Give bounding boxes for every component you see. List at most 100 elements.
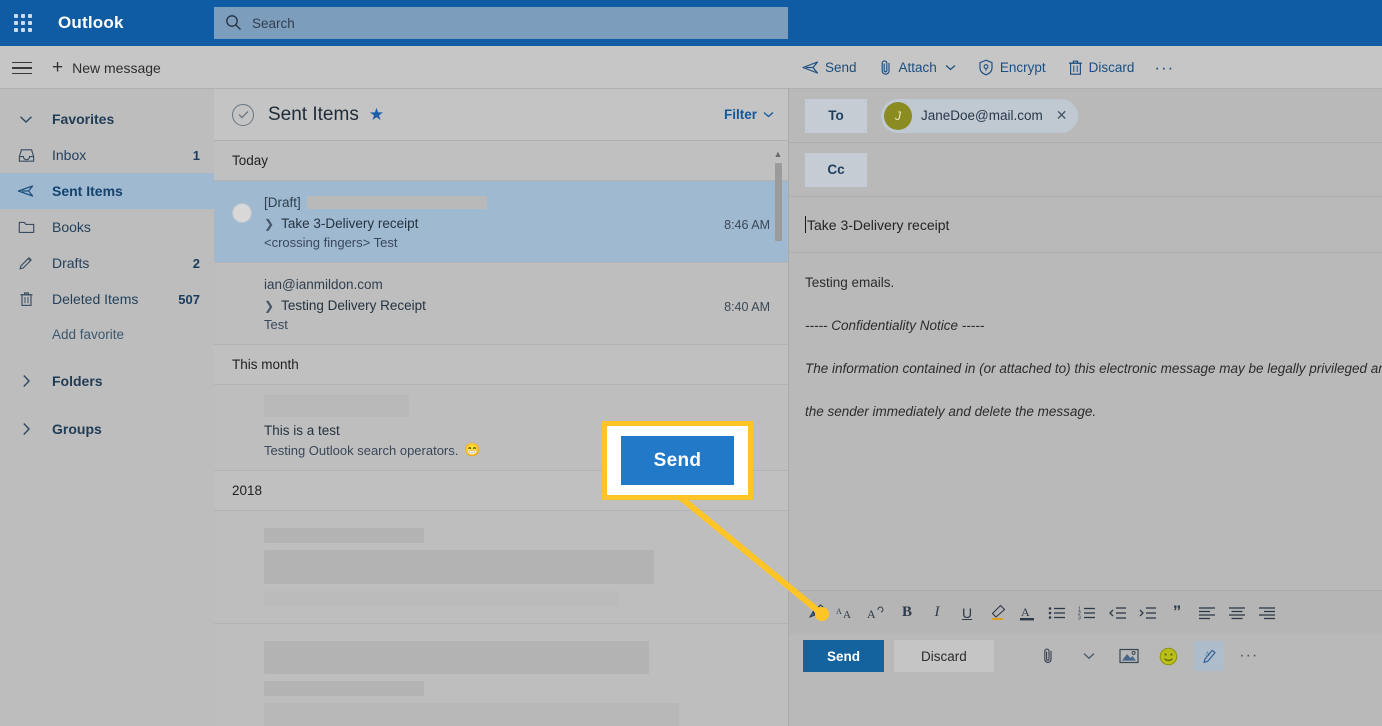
body-line: ----- Confidentiality Notice ----- (805, 317, 985, 333)
list-item[interactable]: ian@ianmildon.com ❯ Testing Delivery Rec… (214, 263, 788, 345)
message-select-circle[interactable] (232, 203, 252, 223)
filter-label: Filter (723, 107, 757, 122)
new-message-button[interactable]: + New message (52, 46, 161, 89)
sidebar-group-folders[interactable]: Folders (0, 363, 214, 399)
recipient-email: JaneDoe@mail.com (921, 108, 1043, 123)
svg-text:A: A (1205, 650, 1210, 657)
command-send-button[interactable]: Send (793, 52, 866, 84)
search-bar[interactable] (214, 7, 788, 39)
svg-text:A: A (836, 607, 842, 616)
search-icon (226, 15, 241, 30)
chevron-right-icon (0, 374, 52, 388)
numbered-list-icon[interactable]: 1 2 3 (1073, 598, 1101, 628)
font-size-shrink-icon[interactable]: A (863, 598, 891, 628)
command-discard-label: Discard (1088, 60, 1135, 75)
sidebar-group-label: Groups (52, 421, 102, 437)
folder-icon (0, 220, 52, 234)
command-overflow-button[interactable]: ··· (1147, 52, 1181, 84)
subject-value: Take 3-Delivery receipt (807, 216, 950, 233)
sidebar-item-drafts[interactable]: Drafts 2 (0, 245, 214, 281)
sent-paperplane-icon (0, 184, 52, 198)
message-subject-row: ❯ Testing Delivery Receipt (264, 298, 712, 313)
paperclip-icon[interactable] (1034, 641, 1064, 671)
font-color-icon[interactable]: A (1013, 598, 1041, 628)
cc-field-label[interactable]: Cc (805, 152, 867, 187)
chevron-up-icon[interactable]: ▲ (773, 149, 783, 159)
list-item[interactable] (214, 511, 788, 624)
recipient-chip[interactable]: J JaneDoe@mail.com ✕ (881, 98, 1078, 133)
star-filled-icon[interactable]: ★ (369, 105, 384, 125)
app-launcher-icon[interactable] (0, 0, 46, 46)
underline-icon[interactable]: U (953, 598, 981, 628)
sidebar-item-label: Drafts (52, 255, 90, 271)
font-size-grow-icon[interactable]: A A (833, 598, 861, 628)
list-group-header: This month (214, 345, 788, 385)
plus-icon: + (52, 57, 64, 78)
chevron-down-icon (763, 112, 774, 118)
more-options-icon[interactable]: ··· (1234, 641, 1264, 671)
svg-text:A: A (843, 609, 851, 621)
redacted-block (264, 395, 409, 417)
add-favorite-button[interactable]: Add favorite (0, 317, 214, 351)
sidebar-group-groups[interactable]: Groups (0, 411, 214, 447)
chevron-down-icon (945, 65, 956, 71)
circle-check-icon[interactable] (232, 103, 254, 126)
sidebar-group-favorites[interactable]: Favorites (0, 101, 214, 137)
decrease-indent-icon[interactable] (1103, 598, 1131, 628)
sidebar-item-sent-items[interactable]: Sent Items (0, 173, 214, 209)
trash-icon (0, 291, 52, 307)
message-subject: This is a test (264, 423, 340, 438)
align-center-icon[interactable] (1223, 598, 1251, 628)
sidebar-item-deleted-items[interactable]: Deleted Items 507 (0, 281, 214, 317)
sidebar-item-inbox[interactable]: Inbox 1 (0, 137, 214, 173)
command-encrypt-button[interactable]: Encrypt (969, 52, 1055, 84)
increase-indent-icon[interactable] (1133, 598, 1161, 628)
filter-button[interactable]: Filter (724, 107, 774, 122)
scrollbar-thumb[interactable] (774, 163, 782, 241)
discard-button[interactable]: Discard (894, 640, 994, 672)
sidebar-item-count: 2 (192, 255, 200, 271)
subject-field-row[interactable]: Take 3-Delivery receipt (789, 197, 1382, 253)
callout-send-button[interactable]: Send (621, 436, 734, 485)
highlight-icon[interactable] (983, 598, 1011, 628)
list-item[interactable] (214, 624, 788, 726)
sidebar-item-label: Sent Items (52, 183, 123, 199)
message-sender: [Draft] (264, 193, 712, 211)
signature-pen-icon[interactable]: A (1193, 641, 1224, 671)
align-left-icon[interactable] (1193, 598, 1221, 628)
send-button[interactable]: Send (803, 640, 885, 672)
align-right-icon[interactable] (1253, 598, 1281, 628)
inbox-icon (0, 148, 52, 163)
chevron-right-icon[interactable]: ❯ (264, 299, 274, 313)
insert-picture-icon[interactable] (1114, 641, 1144, 671)
command-discard-button[interactable]: Discard (1059, 52, 1144, 84)
hamburger-icon[interactable] (12, 56, 36, 80)
message-body-editor[interactable]: Testing emails. ----- Confidentiality No… (789, 253, 1382, 542)
command-attach-label: Attach (898, 60, 937, 75)
italic-icon[interactable]: I (923, 598, 951, 628)
bulleted-list-icon[interactable] (1043, 598, 1071, 628)
chevron-down-icon (0, 115, 52, 124)
list-item[interactable]: [Draft] ❯ Take 3-Delivery receipt <cross… (214, 181, 788, 263)
redacted-block (306, 195, 487, 209)
sidebar-item-books[interactable]: Books (0, 209, 214, 245)
send-paperplane-icon (802, 61, 819, 74)
sidebar-group-label: Folders (52, 373, 103, 389)
close-x-icon[interactable]: ✕ (1056, 107, 1068, 124)
message-preview: Test (264, 317, 288, 332)
page-title: Sent Items (268, 103, 359, 125)
message-preview-text: Testing Outlook search operators. (264, 442, 459, 458)
chevron-down-icon[interactable] (1074, 641, 1104, 671)
chevron-right-icon[interactable]: ❯ (264, 217, 274, 231)
emoji-icon[interactable] (1154, 641, 1184, 671)
message-list-scrollbar[interactable]: ▲ (773, 149, 783, 719)
format-painter-icon[interactable] (803, 598, 831, 628)
bold-icon[interactable]: B (893, 598, 921, 628)
to-field-label[interactable]: To (805, 98, 867, 133)
pencil-icon (0, 255, 52, 271)
search-input[interactable] (252, 15, 778, 31)
quote-icon[interactable]: ” (1163, 598, 1191, 628)
command-attach-button[interactable]: Attach (870, 52, 965, 84)
sidebar-item-label: Books (52, 219, 91, 235)
message-time: 8:40 AM (724, 300, 770, 314)
